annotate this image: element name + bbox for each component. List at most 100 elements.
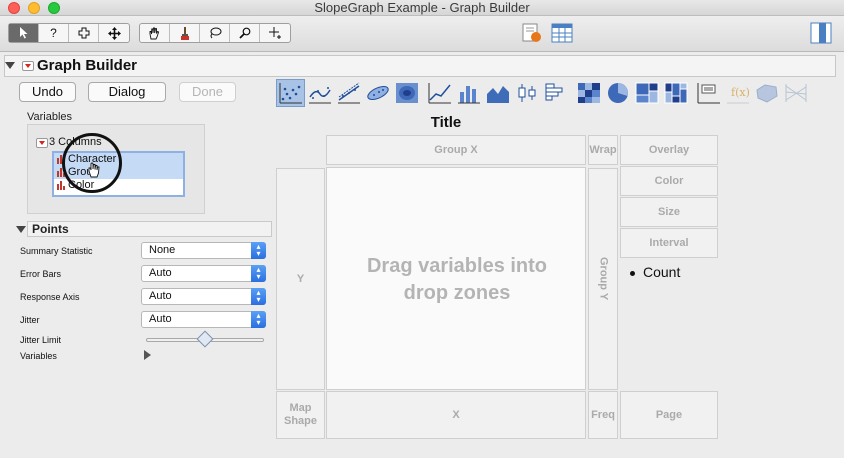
line-element[interactable] [425, 79, 454, 107]
move-arrows-icon [107, 26, 121, 40]
undo-button[interactable]: Undo [19, 82, 76, 102]
error-bars-select[interactable]: Auto ▴ ▾ [141, 265, 266, 282]
crosshair-tool[interactable] [260, 24, 290, 42]
panel-layout-icon [810, 22, 832, 44]
tool-group-select: ? [8, 23, 130, 43]
select-arrows-icon: ▴ ▾ [251, 288, 266, 305]
disclosure-triangle-icon[interactable] [5, 62, 15, 69]
svg-text:f(x): f(x) [731, 86, 750, 99]
minimize-window-button[interactable] [28, 2, 40, 14]
mosaic-element-icon [664, 82, 687, 104]
jitter-limit-label: Jitter Limit [20, 335, 62, 345]
freq-drop-zone[interactable]: Freq [588, 391, 618, 439]
size-drop-zone[interactable]: Size [620, 197, 718, 227]
legend-label: Count [643, 264, 681, 280]
bar-element-icon [457, 86, 480, 104]
window-titlebar: SlopeGraph Example - Graph Builder [0, 0, 844, 16]
formula-element-icon: f(x) [726, 86, 750, 104]
arrow-tool[interactable] [9, 24, 39, 42]
columns-red-triangle-icon[interactable] [36, 138, 48, 148]
wrap-drop-zone[interactable]: Wrap [588, 135, 618, 165]
crosshair-icon [268, 26, 281, 39]
jitter-select[interactable]: Auto ▴ ▾ [141, 311, 266, 328]
map-shape-drop-zone[interactable]: Map Shape [276, 391, 325, 439]
close-window-button[interactable] [8, 2, 20, 14]
points-element[interactable] [276, 79, 305, 107]
done-button[interactable]: Done [179, 82, 236, 102]
treemap-element-icon [635, 82, 658, 104]
brush-tool[interactable] [170, 24, 200, 42]
y-drop-zone[interactable]: Y [276, 168, 325, 390]
line-element-icon [428, 83, 451, 104]
panel-toggle-button[interactable] [809, 21, 833, 45]
line-of-fit-element[interactable] [334, 79, 363, 107]
color-drop-zone[interactable]: Color [620, 166, 718, 196]
smoother-element-icon [308, 87, 331, 104]
bullet-icon [630, 270, 635, 276]
hand-cursor-icon [88, 162, 100, 178]
pie-element[interactable] [603, 79, 632, 107]
area-element[interactable] [483, 79, 512, 107]
caption-box-element[interactable] [694, 79, 723, 107]
summary-statistic-value: None [149, 244, 176, 256]
lasso-icon [210, 27, 221, 39]
response-axis-value: Auto [149, 290, 172, 302]
help-tool[interactable]: ? [39, 24, 69, 42]
bar-element[interactable] [454, 79, 483, 107]
drag-message-line-2: drop zones [403, 282, 511, 304]
dialog-button[interactable]: Dialog [88, 82, 166, 102]
overlay-drop-zone[interactable]: Overlay [620, 135, 718, 165]
group-x-drop-zone[interactable]: Group X [326, 135, 586, 165]
points-element-icon [279, 83, 302, 104]
formula-element[interactable]: f(x) [723, 79, 752, 107]
nominal-column-icon [57, 181, 65, 190]
summary-statistic-select[interactable]: None ▴ ▾ [141, 242, 266, 259]
zoom-window-button[interactable] [48, 2, 60, 14]
script-button[interactable] [520, 21, 544, 45]
x-drop-zone[interactable]: X [326, 391, 586, 439]
smoother-element[interactable] [305, 79, 334, 107]
jitter-limit-slider-thumb[interactable] [196, 330, 214, 348]
toolbar: ? [0, 16, 844, 52]
lasso-tool[interactable] [200, 24, 230, 42]
points-disclosure-icon[interactable] [16, 226, 26, 233]
drag-message-line-1: Drag variables into [366, 255, 548, 277]
graph-title[interactable]: Title [276, 114, 616, 131]
box-plot-element[interactable] [512, 79, 541, 107]
magnifier-icon [238, 27, 250, 39]
treemap-element[interactable] [632, 79, 661, 107]
response-axis-select[interactable]: Auto ▴ ▾ [141, 288, 266, 305]
script-icon [522, 23, 541, 42]
group-y-drop-zone[interactable]: Group Y [588, 168, 618, 390]
histogram-element-icon [545, 83, 562, 101]
parallel-element-icon [785, 84, 806, 102]
mosaic-element[interactable] [661, 79, 690, 107]
grabber-tool[interactable] [140, 24, 170, 42]
contour-element[interactable] [392, 79, 421, 107]
element-type-bar: f(x) [276, 79, 810, 107]
red-triangle-menu-icon[interactable] [22, 61, 34, 71]
heatmap-element-icon [577, 83, 600, 103]
data-table-button[interactable] [550, 21, 574, 45]
map-shapes-element[interactable] [752, 79, 781, 107]
error-bars-label: Error Bars [20, 269, 62, 279]
variables-label: Variables [27, 111, 73, 123]
heatmap-element[interactable] [574, 79, 603, 107]
interval-drop-zone[interactable]: Interval [620, 228, 718, 258]
magnifier-tool[interactable] [230, 24, 260, 42]
points-section-header[interactable]: Points [27, 221, 272, 237]
map-shape-label-line-1: Map [289, 402, 312, 414]
area-element-icon [486, 86, 509, 103]
panel-title: Graph Builder [37, 57, 138, 74]
legend-item[interactable]: Count [630, 264, 680, 280]
response-axis-label: Response Axis [20, 292, 80, 302]
selection-tool[interactable] [69, 24, 99, 42]
question-icon: ? [50, 26, 57, 40]
histogram-element[interactable] [541, 79, 570, 107]
ellipse-element[interactable] [363, 79, 392, 107]
variables-expand-icon[interactable] [144, 350, 151, 360]
parallel-element[interactable] [781, 79, 810, 107]
line-of-fit-element-icon [337, 82, 360, 104]
scroller-tool[interactable] [99, 24, 129, 42]
page-drop-zone[interactable]: Page [620, 391, 718, 439]
